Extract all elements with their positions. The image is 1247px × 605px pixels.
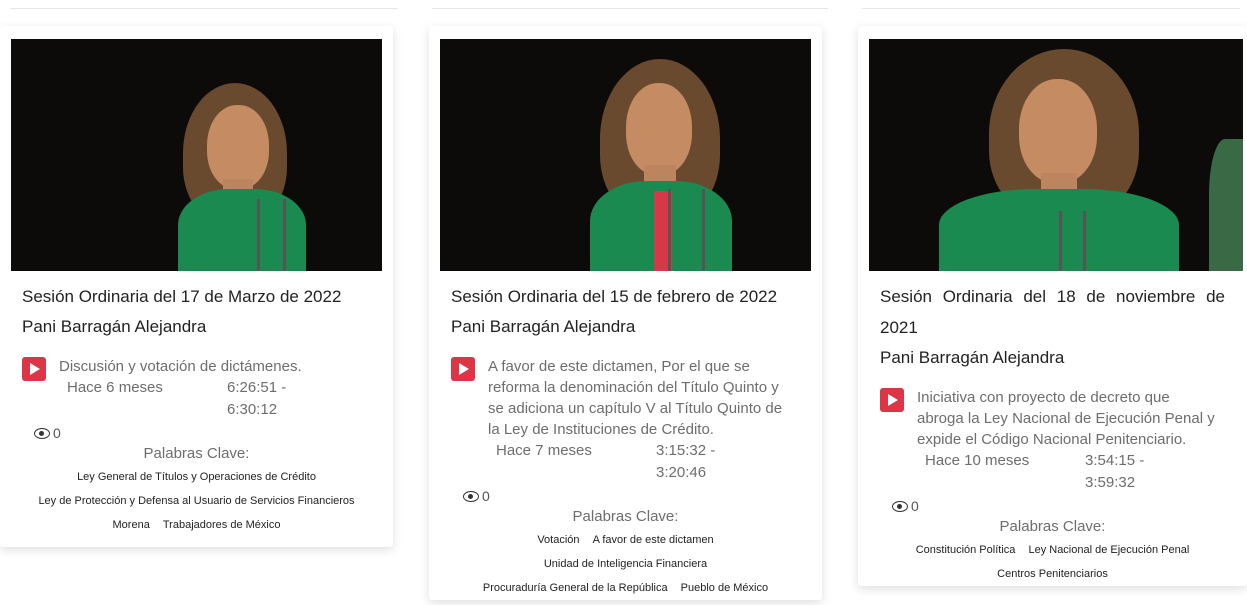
keyword-line: Ley de Protección y Defensa al Usuario d… (0, 489, 393, 513)
keyword-link[interactable]: Constitución Política (916, 544, 1016, 556)
time-ago: Hace 10 meses (925, 452, 1030, 469)
speaker-name: Pani Barragán Alejandra (22, 317, 207, 336)
time-end: 6:30:12 (227, 401, 278, 418)
time-end: 3:59:32 (1085, 474, 1136, 491)
keyword-line: Centros Penitenciarios (858, 562, 1247, 586)
clip-description: Discusión y votación de dictámenes. (59, 358, 302, 375)
keyword-line: Ley General de Títulos y Operaciones de … (0, 465, 393, 489)
keyword-link[interactable]: Centros Penitenciarios (997, 568, 1108, 580)
speaker-name: Pani Barragán Alejandra (451, 317, 636, 336)
divider (432, 8, 828, 9)
video-thumbnail[interactable] (869, 39, 1243, 271)
video-thumbnail[interactable] (440, 39, 811, 271)
keyword-link[interactable]: Pueblo de México (681, 582, 768, 594)
clip-description: Iniciativa con proyecto de decreto que a… (917, 389, 1215, 448)
view-count: 0 (429, 488, 822, 504)
keyword-link[interactable]: Ley de Protección y Defensa al Usuario d… (38, 495, 354, 507)
speaker-name: Pani Barragán Alejandra (880, 348, 1065, 367)
time-start: 6:26:51 - (227, 379, 287, 396)
video-card[interactable]: Sesión Ordinaria del 18 de noviembre de … (858, 26, 1247, 586)
video-card[interactable]: Sesión Ordinaria del 15 de febrero de 20… (429, 26, 822, 600)
keyword-link[interactable]: A favor de este dictamen (593, 534, 714, 546)
keyword-link[interactable]: Trabajadores de México (163, 519, 281, 531)
eye-icon (892, 500, 908, 512)
divider (862, 8, 1240, 9)
keyword-link[interactable]: Unidad de Inteligencia Financiera (544, 558, 707, 570)
play-icon[interactable] (22, 357, 46, 381)
keywords-label: Palabras Clave: (572, 508, 679, 525)
session-title[interactable]: Sesión Ordinaria del 18 de noviembre de … (858, 281, 1247, 343)
session-title[interactable]: Sesión Ordinaria del 15 de febrero de 20… (429, 281, 822, 312)
keyword-link[interactable]: Procuraduría General de la República (483, 582, 668, 594)
keyword-line: Unidad de Inteligencia Financiera (429, 552, 822, 576)
keyword-line: Constitución Política Ley Nacional de Ej… (858, 538, 1247, 562)
eye-icon (463, 490, 479, 502)
view-count: 0 (858, 498, 1247, 514)
time-start: 3:54:15 - (1085, 452, 1145, 469)
time-ago: Hace 7 meses (496, 442, 592, 459)
video-card[interactable]: Sesión Ordinaria del 17 de Marzo de 2022… (0, 26, 393, 547)
eye-icon (34, 427, 50, 439)
keyword-link[interactable]: Votación (537, 534, 579, 546)
time-start: 3:15:32 - (656, 442, 716, 459)
play-icon[interactable] (880, 388, 904, 412)
play-icon[interactable] (451, 357, 475, 381)
keywords-label: Palabras Clave: (143, 445, 250, 462)
view-count: 0 (0, 425, 393, 441)
keyword-link[interactable]: Morena (113, 519, 150, 531)
video-thumbnail[interactable] (11, 39, 382, 271)
divider (10, 8, 398, 9)
session-title[interactable]: Sesión Ordinaria del 17 de Marzo de 2022 (0, 281, 393, 312)
clip-description: A favor de este dictamen, Por el que se … (488, 358, 783, 438)
time-end: 3:20:46 (656, 464, 707, 481)
keywords-label: Palabras Clave: (999, 518, 1106, 535)
keyword-line: Procuraduría General de la República Pue… (429, 576, 822, 600)
keyword-link[interactable]: Ley General de Títulos y Operaciones de … (77, 471, 316, 483)
time-ago: Hace 6 meses (67, 379, 163, 396)
keyword-line: Morena Trabajadores de México (0, 513, 393, 547)
keyword-line: Votación A favor de este dictamen (429, 528, 822, 552)
keyword-link[interactable]: Ley Nacional de Ejecución Penal (1028, 544, 1189, 556)
